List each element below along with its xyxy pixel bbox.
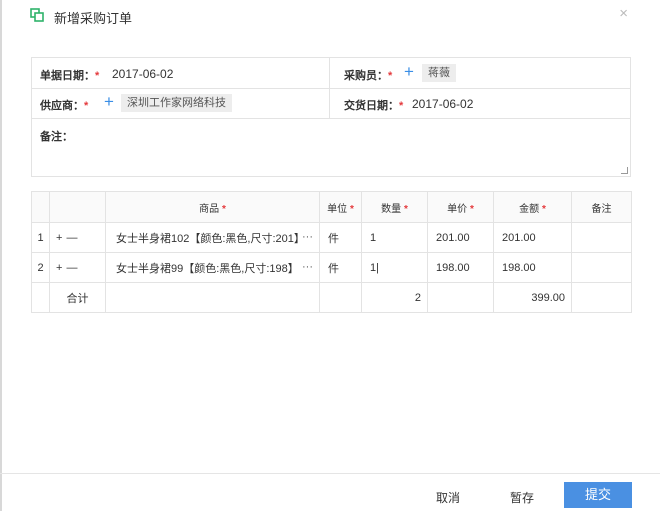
amount-cell[interactable]: 201.00 bbox=[493, 222, 572, 253]
add-buyer-icon[interactable]: + bbox=[404, 63, 414, 80]
remove-row-icon[interactable]: — bbox=[66, 262, 81, 274]
supplier-tag[interactable]: 深圳工作家网络科技 bbox=[121, 94, 232, 112]
product-cell[interactable]: 女士半身裙102【颜色:黑色,尺寸:201】 ··· bbox=[105, 222, 320, 253]
header-qty: 数量 * bbox=[361, 191, 428, 223]
header-product: 商品 * bbox=[105, 191, 320, 223]
header-ops bbox=[49, 191, 106, 223]
required-mark: * bbox=[388, 70, 393, 82]
remark-textarea[interactable]: 备注： bbox=[32, 119, 630, 176]
total-qty: 2 bbox=[361, 282, 428, 313]
product-cell[interactable]: 女士半身裙99【颜色:黑色,尺寸:198】 ··· bbox=[105, 252, 320, 283]
delivery-date-field[interactable]: 2017-06-02 bbox=[412, 97, 473, 111]
add-row-icon[interactable]: + bbox=[56, 262, 66, 274]
dialog-title: 新增采购订单 bbox=[54, 11, 133, 26]
more-icon[interactable]: ··· bbox=[302, 261, 313, 273]
cancel-button[interactable]: 取消 bbox=[436, 489, 460, 506]
required-mark: * bbox=[469, 203, 474, 215]
price-cell[interactable]: 201.00 bbox=[427, 222, 494, 253]
qty-cell[interactable]: 1 bbox=[361, 222, 428, 253]
required-mark: * bbox=[221, 203, 226, 215]
remark-cell[interactable] bbox=[571, 222, 632, 253]
copy-icon bbox=[30, 8, 44, 22]
resize-handle[interactable] bbox=[621, 167, 628, 174]
add-row-icon[interactable]: + bbox=[56, 232, 66, 244]
amount-cell[interactable]: 198.00 bbox=[493, 252, 572, 283]
save-draft-button[interactable]: 暂存 bbox=[510, 489, 534, 506]
row-index: 1 bbox=[31, 222, 50, 253]
header-index bbox=[31, 191, 50, 223]
qty-cell[interactable]: 1| bbox=[361, 252, 428, 283]
header-unit: 单位 * bbox=[319, 191, 362, 223]
remark-label: 备注： bbox=[40, 131, 73, 143]
order-items-table: 商品 * 单位 * 数量 * 单价 * 金额 * 备注 1 +— 女士半身裙10… bbox=[31, 191, 632, 313]
delivery-date-label: 交货日期：* bbox=[344, 100, 404, 112]
buyer-tag[interactable]: 蒋薇 bbox=[422, 64, 456, 82]
total-row: 合计 2 399.00 bbox=[31, 282, 632, 313]
total-amount: 399.00 bbox=[493, 282, 572, 313]
row-ops: +— bbox=[49, 252, 106, 283]
remove-row-icon[interactable]: — bbox=[66, 232, 81, 244]
required-mark: * bbox=[95, 70, 100, 82]
form-row: 供应商：* + 深圳工作家网络科技 交货日期：* 2017-06-02 bbox=[32, 89, 630, 119]
table-row: 2 +— 女士半身裙99【颜色:黑色,尺寸:198】 ··· 件 1| 198.0… bbox=[31, 252, 632, 283]
doc-date-field[interactable]: 2017-06-02 bbox=[112, 67, 173, 81]
doc-date-label: 单据日期：* bbox=[40, 70, 100, 82]
dialog-footer: 取消 暂存 提交 bbox=[0, 473, 660, 511]
total-remark bbox=[571, 282, 632, 313]
total-label: 合计 bbox=[49, 282, 106, 313]
row-ops: +— bbox=[49, 222, 106, 253]
row-index: 2 bbox=[31, 252, 50, 283]
more-icon[interactable]: ··· bbox=[302, 231, 313, 243]
total-product bbox=[105, 282, 320, 313]
buyer-label: 采购员：* bbox=[344, 70, 393, 82]
product-name: 女士半身裙99【颜色:黑色,尺寸:198】 bbox=[116, 262, 299, 275]
total-unit bbox=[319, 282, 362, 313]
submit-button[interactable]: 提交 bbox=[564, 482, 632, 508]
table-row: 1 +— 女士半身裙102【颜色:黑色,尺寸:201】 ··· 件 1 201.0… bbox=[31, 222, 632, 253]
form-row: 单据日期：* 2017-06-02 采购员：* + 蒋薇 bbox=[32, 58, 630, 89]
add-supplier-icon[interactable]: + bbox=[104, 93, 114, 110]
supplier-label: 供应商：* bbox=[40, 100, 89, 112]
required-mark: * bbox=[84, 100, 89, 112]
window-edge bbox=[0, 0, 2, 511]
total-index bbox=[31, 282, 50, 313]
total-price bbox=[427, 282, 494, 313]
header-remark: 备注 bbox=[571, 191, 632, 223]
required-mark: * bbox=[541, 203, 546, 215]
price-cell[interactable]: 198.00 bbox=[427, 252, 494, 283]
dialog-header: 新增采购订单 × bbox=[0, 0, 660, 36]
product-name: 女士半身裙102【颜色:黑色,尺寸:201】 bbox=[116, 232, 305, 245]
order-form: 单据日期：* 2017-06-02 采购员：* + 蒋薇 供应商：* + 深圳工… bbox=[31, 57, 631, 177]
column-divider bbox=[329, 58, 330, 119]
remark-cell[interactable] bbox=[571, 252, 632, 283]
header-amount: 金额 * bbox=[493, 191, 572, 223]
header-price: 单价 * bbox=[427, 191, 494, 223]
required-mark: * bbox=[399, 100, 404, 112]
close-icon[interactable]: × bbox=[619, 5, 628, 22]
required-mark: * bbox=[349, 203, 354, 215]
unit-cell[interactable]: 件 bbox=[319, 222, 362, 253]
required-mark: * bbox=[403, 203, 408, 215]
unit-cell[interactable]: 件 bbox=[319, 252, 362, 283]
table-header: 商品 * 单位 * 数量 * 单价 * 金额 * 备注 bbox=[31, 191, 632, 223]
